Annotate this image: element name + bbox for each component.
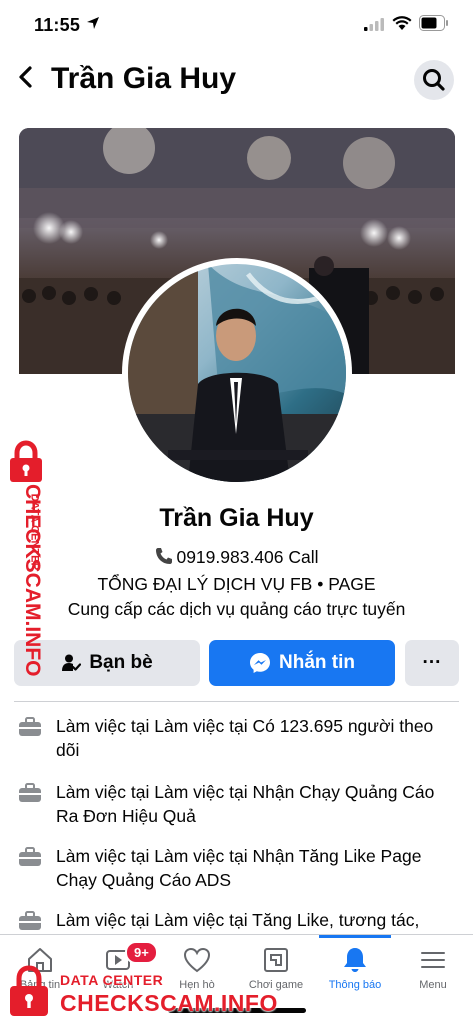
page-title: Trần Gia Huy <box>51 62 237 95</box>
watermark-vertical: DATA CENTER CHECKSCAM.INFO <box>0 440 60 677</box>
more-icon: ··· <box>422 652 442 673</box>
bio-phone-line: 0919.983.406 Call <box>0 546 473 568</box>
menu-icon <box>421 952 445 968</box>
more-options-button[interactable]: ··· <box>405 640 459 686</box>
briefcase-icon <box>19 783 41 802</box>
tab-notifications-label: Thông báo <box>328 979 382 991</box>
profile-picture[interactable] <box>128 264 346 482</box>
profile-picture-frame[interactable] <box>122 258 352 488</box>
divider <box>14 701 459 702</box>
friends-label: Bạn bè <box>89 652 153 673</box>
search-button[interactable] <box>414 60 454 100</box>
active-tab-indicator <box>319 935 391 938</box>
work-item-text: Làm việc tại Làm việc tại Có 123.695 ngư… <box>56 716 434 760</box>
padlock-icon <box>10 965 48 1016</box>
profile-name: Trần Gia Huy <box>159 504 314 532</box>
status-time: 11:55 <box>34 15 81 35</box>
tab-notifications[interactable]: Thông báo <box>315 945 395 991</box>
status-bar: 11:55 <box>0 0 473 50</box>
phone-icon <box>156 548 173 564</box>
back-arrow-icon[interactable] <box>12 62 42 92</box>
search-icon <box>423 69 445 91</box>
tab-menu-label: Menu <box>419 979 447 991</box>
briefcase-icon <box>19 911 41 930</box>
tab-menu[interactable]: Menu <box>393 945 473 991</box>
watermark-bottom: DATA CENTER CHECKSCAM.INFO <box>0 960 300 1024</box>
work-item-text: Làm việc tại Làm việc tại Tăng Like, tươ… <box>56 910 420 930</box>
avatar-portrait <box>128 264 346 482</box>
work-item-text: Làm việc tại Làm việc tại Nhận Chạy Quản… <box>56 782 435 826</box>
bell-icon <box>344 948 366 972</box>
briefcase-icon <box>19 717 41 736</box>
location-arrow-icon <box>87 17 99 29</box>
cellular-signal-icon <box>364 18 384 31</box>
messenger-icon <box>250 653 270 673</box>
message-label: Nhắn tin <box>279 652 355 673</box>
bio-line-3: Cung cấp các dịch vụ quảng cáo trực tuyế… <box>67 599 406 619</box>
watermark-big-text: CHECKSCAM.INFO <box>60 990 278 1016</box>
friend-check-icon <box>62 654 82 671</box>
bio-line-2: TỔNG ĐẠI LÝ DỊCH VỤ FB • PAGE <box>97 574 376 594</box>
padlock-icon <box>10 440 42 482</box>
watermark-big-text: CHECKSCAM.INFO <box>21 484 44 677</box>
wifi-icon <box>392 16 412 30</box>
briefcase-icon <box>19 847 41 866</box>
watermark-small-text: DATA CENTER <box>60 972 164 988</box>
battery-icon <box>419 15 448 31</box>
message-button[interactable]: Nhắn tin <box>209 640 395 686</box>
work-item-text: Làm việc tại Làm việc tại Nhận Tăng Like… <box>56 846 422 890</box>
profile-header: Trần Gia Huy <box>0 52 473 108</box>
bio-phone-text: 0919.983.406 Call <box>176 547 319 567</box>
